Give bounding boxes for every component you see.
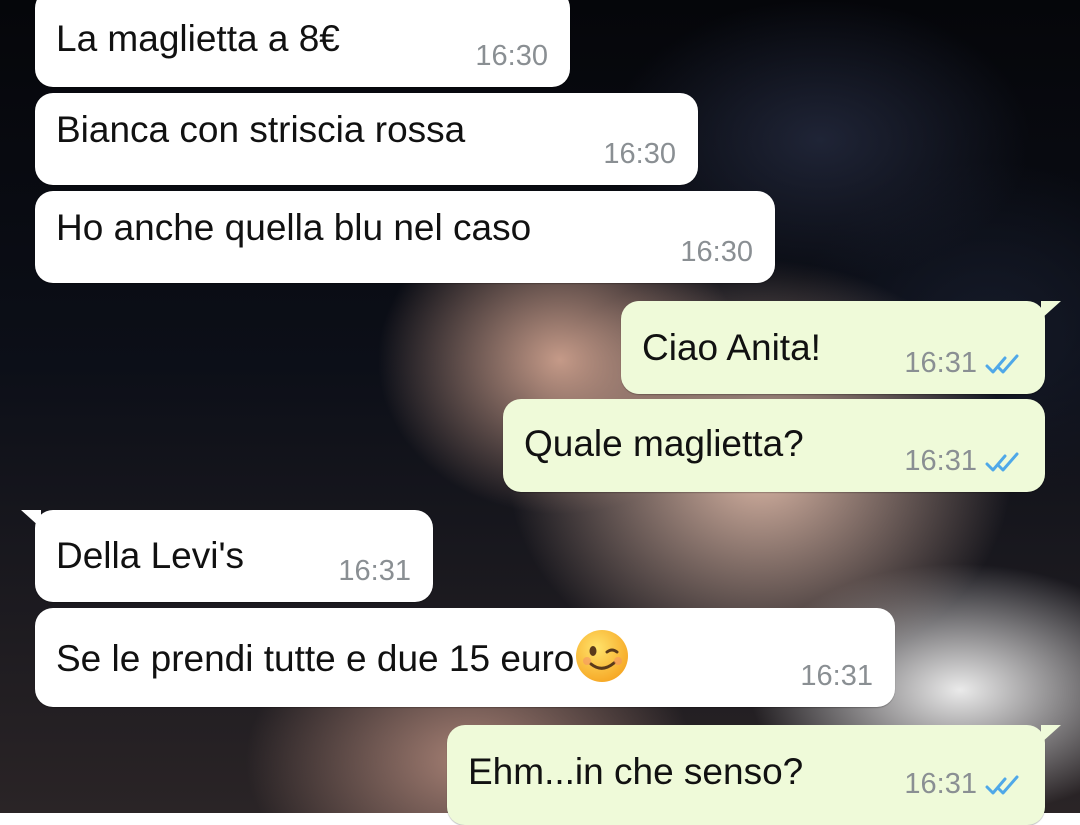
- message-text: Se le prendi tutte e due 15 euro: [56, 630, 630, 684]
- message-bubble-incoming[interactable]: Se le prendi tutte e due 15 euro 16:31: [35, 608, 895, 707]
- message-text-content: Se le prendi tutte e due 15 euro: [56, 637, 575, 679]
- message-text: Della Levi's: [56, 535, 245, 576]
- message-time: 16:31: [338, 555, 411, 587]
- bubble-tail: [21, 510, 41, 528]
- message-text: Bianca con striscia rossa: [56, 109, 466, 150]
- double-check-icon: [985, 452, 1019, 472]
- message-bubble-outgoing[interactable]: Quale maglietta? 16:31: [503, 399, 1045, 492]
- message-time: 16:31: [904, 445, 977, 477]
- message-text: Ehm...in che senso?: [468, 751, 804, 792]
- double-check-icon: [985, 354, 1019, 374]
- message-text: Ciao Anita!: [642, 327, 821, 368]
- message-bubble-incoming[interactable]: La maglietta a 8€ 16:30: [35, 0, 570, 87]
- bubble-tail: [1041, 301, 1061, 319]
- winking-face-emoji: [576, 630, 629, 682]
- message-text: Quale maglietta?: [524, 423, 804, 464]
- message-time: 16:31: [904, 768, 977, 800]
- message-bubble-incoming[interactable]: Ho anche quella blu nel caso 16:30: [35, 191, 775, 283]
- message-bubble-incoming[interactable]: Della Levi's 16:31: [21, 510, 433, 602]
- message-text: Ho anche quella blu nel caso: [56, 207, 532, 248]
- message-bubble-outgoing[interactable]: Ciao Anita! 16:31: [621, 301, 1061, 394]
- message-time: 16:30: [603, 138, 676, 170]
- message-time: 16:30: [475, 40, 548, 72]
- message-bubble-outgoing[interactable]: Ehm...in che senso? 16:31: [447, 725, 1061, 825]
- message-time: 16:31: [904, 347, 977, 379]
- bubble-tail: [1041, 725, 1061, 743]
- message-time: 16:31: [800, 660, 873, 692]
- double-check-icon: [985, 775, 1019, 795]
- message-bubble-incoming[interactable]: Bianca con striscia rossa 16:30: [35, 93, 698, 185]
- message-time: 16:30: [680, 236, 753, 268]
- message-text: La maglietta a 8€: [56, 18, 340, 59]
